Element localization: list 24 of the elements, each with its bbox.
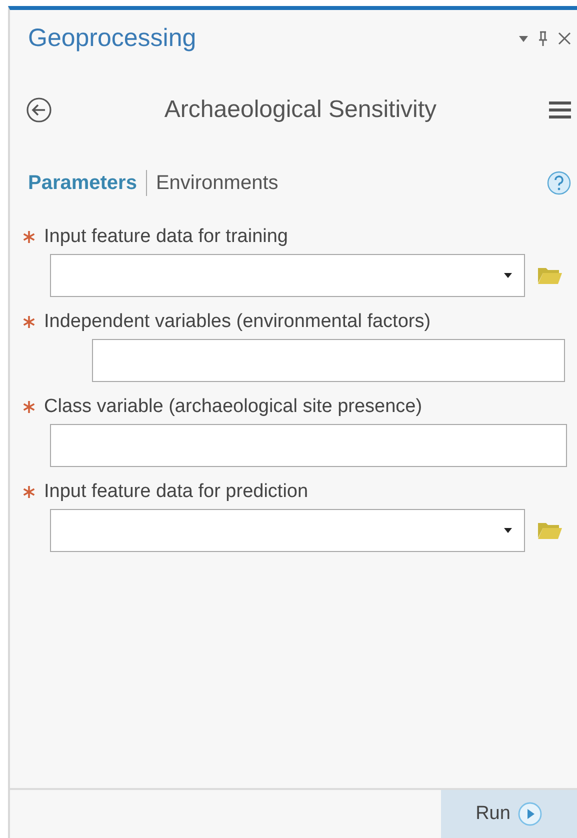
back-icon[interactable] [26, 96, 52, 122]
close-icon[interactable] [558, 32, 571, 46]
dropdown-field[interactable] [50, 254, 525, 296]
tab[interactable]: Parameters [28, 168, 137, 198]
folder-icon[interactable] [537, 265, 563, 285]
input-field[interactable] [50, 424, 567, 466]
dropdown-icon[interactable] [519, 36, 528, 42]
caret-icon [504, 528, 512, 532]
dropdown-field[interactable] [50, 508, 525, 552]
parameter-label: Input feature data for prediction [44, 480, 308, 504]
tool-title: Archaeological Sensitivity [164, 94, 437, 124]
caret-icon [504, 272, 512, 278]
pin-icon[interactable] [538, 30, 548, 47]
help-icon[interactable] [547, 170, 571, 194]
play-icon [518, 802, 542, 826]
parameter-label: Input feature data for training [44, 224, 288, 248]
menu-icon[interactable] [548, 100, 571, 118]
folder-icon[interactable] [537, 520, 563, 540]
input-field[interactable] [92, 338, 565, 382]
tab[interactable]: Environments [156, 168, 278, 198]
run-button[interactable]: Run [441, 790, 577, 838]
parameter-label: Independent variables (environmental factors) [44, 310, 431, 334]
pane-title: Geoprocessing [28, 23, 196, 54]
parameter-label: Class variable (archaeological site presence) [44, 394, 422, 418]
